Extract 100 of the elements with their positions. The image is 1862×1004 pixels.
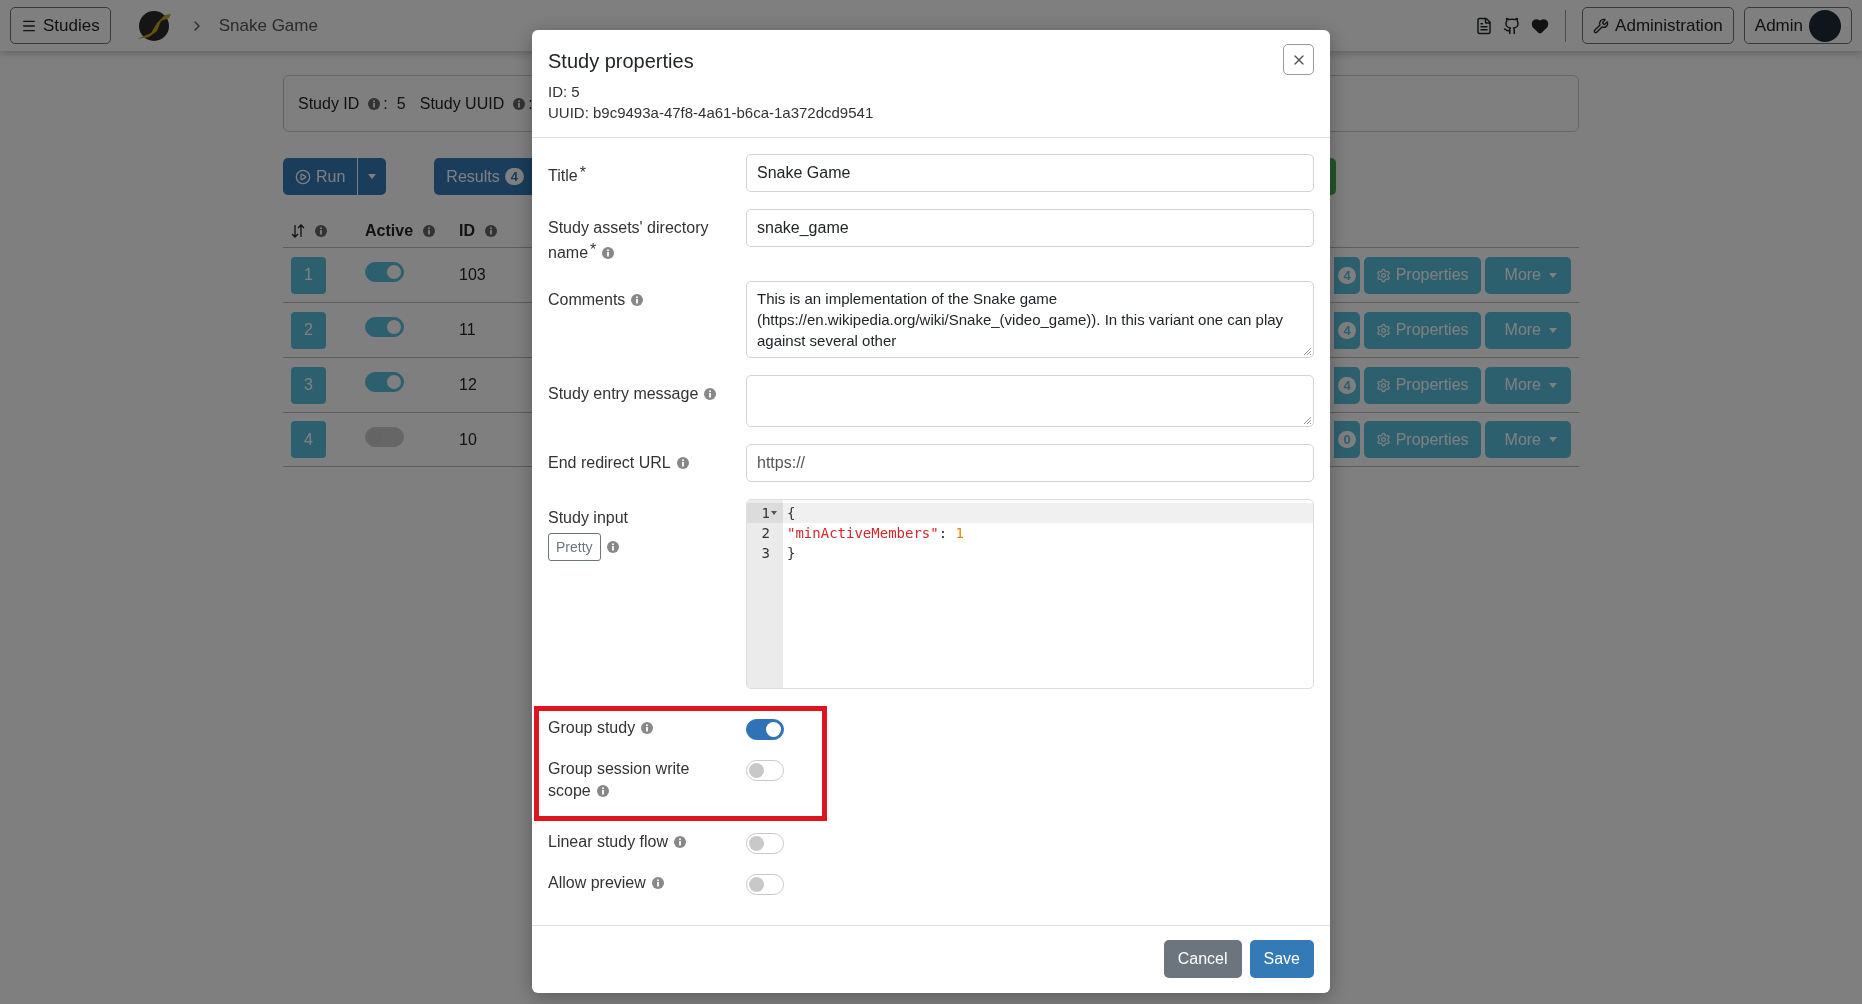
info-icon [368, 97, 381, 110]
study-id-text: ID: 5 [548, 82, 581, 102]
info-icon [596, 785, 609, 797]
properties-button[interactable]: Properties [1363, 366, 1481, 404]
pretty-button[interactable]: Pretty [548, 533, 601, 561]
toggle-label: Group session write scope [548, 759, 691, 801]
toggle-switch[interactable] [746, 833, 784, 854]
info-icon [674, 836, 687, 848]
caret-icon [1549, 437, 1557, 442]
text-input[interactable]: Snake Game [746, 154, 1314, 192]
code-line: } [786, 544, 797, 563]
results-button[interactable]: 4 [1334, 311, 1360, 349]
info-icon [602, 247, 615, 259]
heart-icon[interactable] [1531, 16, 1550, 35]
active-toggle[interactable] [365, 426, 404, 447]
results-button[interactable]: 0 [1334, 421, 1360, 458]
resize-grip-icon[interactable] [1303, 347, 1312, 356]
run-button[interactable]: Run [283, 158, 358, 195]
run-dropdown-button[interactable] [358, 158, 387, 195]
more-button[interactable]: More [1484, 256, 1571, 294]
results-button[interactable]: 4 [1334, 366, 1360, 404]
field-label: Study entry message [548, 375, 746, 405]
resize-grip-icon[interactable] [1303, 416, 1312, 425]
dialog-title: Study properties [548, 50, 695, 73]
table-cell: 12 [459, 376, 477, 394]
toggle-switch[interactable] [746, 760, 784, 781]
active-toggle[interactable] [365, 372, 404, 392]
info-icon [704, 388, 717, 400]
line-number: 3 [761, 545, 770, 561]
info-label: Study UUID [419, 94, 505, 113]
wrench-icon [1593, 17, 1610, 34]
info-icon [676, 457, 689, 469]
text-input[interactable]: https:// [746, 444, 1314, 482]
toggle-label: Group study [548, 717, 746, 739]
gear-icon [1375, 322, 1391, 338]
more-button[interactable]: More [1484, 366, 1571, 404]
info-icon [423, 225, 436, 237]
properties-button[interactable]: Properties [1363, 421, 1481, 458]
column-header: ID [459, 222, 475, 240]
studies-button[interactable]: Studies [10, 7, 111, 44]
fold-caret-icon[interactable] [771, 511, 777, 515]
line-number: 1 [761, 505, 770, 521]
user-menu-button[interactable]: Admin [1743, 7, 1852, 44]
info-icon [641, 722, 654, 734]
table-cell: 10 [459, 430, 477, 449]
field-label: Study input [548, 508, 630, 528]
toggle-switch[interactable] [746, 719, 784, 740]
info-icon [513, 97, 526, 110]
breadcrumb-link[interactable]: Snake Game [218, 15, 318, 36]
info-value: 5 [396, 94, 406, 113]
info-label: Study ID [298, 94, 360, 113]
toggle-label: Linear study flow [548, 831, 746, 853]
caret-icon [1549, 382, 1557, 388]
properties-button[interactable]: Properties [1363, 256, 1481, 294]
gear-icon [1375, 377, 1391, 393]
study-uuid-text: UUID: b9c9493a-47f8-4a61-b6ca-1a372dcd9541 [548, 103, 874, 123]
text-input[interactable]: snake_game [746, 209, 1314, 247]
column-header: Active [365, 222, 414, 240]
table-cell: 103 [459, 266, 486, 284]
position-button[interactable]: 2 [291, 311, 326, 349]
field-label: End redirect URL [548, 444, 746, 474]
code-line: "minActiveMembers": 1 [786, 524, 965, 543]
field-label: Comments [548, 281, 746, 311]
info-separator: : [528, 94, 533, 113]
play-icon [295, 168, 311, 185]
text-area[interactable] [746, 375, 1314, 427]
toggle-switch[interactable] [746, 874, 784, 895]
info-icon [651, 877, 664, 889]
position-button[interactable]: 1 [291, 256, 326, 294]
avatar [1809, 9, 1841, 42]
info-icon [315, 225, 327, 237]
gear-icon [1375, 432, 1391, 447]
save-button[interactable]: Save [1249, 940, 1314, 978]
properties-button[interactable]: Properties [1363, 311, 1481, 349]
caret-icon [1549, 272, 1557, 278]
code-editor[interactable]: 1 2 3 { "minActiveMembers": 1 } [746, 499, 1314, 689]
document-icon[interactable] [1475, 16, 1494, 35]
info-icon [485, 225, 497, 237]
position-button[interactable]: 3 [291, 366, 326, 404]
active-toggle[interactable] [365, 317, 404, 337]
cancel-button[interactable]: Cancel [1163, 940, 1242, 978]
caret-icon [1549, 327, 1557, 333]
caret-icon [368, 174, 377, 179]
text-area[interactable]: This is an implementation of the Snake game (https://en.wikipedia.org/wiki/Snake_(video_game)). In this variant one can play against several other [746, 281, 1314, 358]
info-icon [631, 294, 644, 306]
table-cell: 11 [459, 321, 476, 339]
administration-button[interactable]: Administration [1582, 7, 1734, 44]
position-button[interactable]: 4 [291, 421, 326, 458]
info-icon [606, 541, 619, 553]
github-icon[interactable] [1503, 16, 1522, 35]
active-toggle[interactable] [365, 262, 404, 282]
line-number: 2 [761, 525, 770, 541]
sort-icon[interactable] [291, 224, 305, 238]
more-button[interactable]: More [1484, 421, 1571, 458]
gear-icon [1375, 267, 1391, 283]
toggle-label: Allow preview [548, 872, 746, 894]
more-button[interactable]: More [1484, 311, 1571, 349]
close-button[interactable] [1283, 44, 1314, 75]
info-separator: : [383, 94, 388, 113]
results-button[interactable]: 4 [1334, 256, 1360, 294]
